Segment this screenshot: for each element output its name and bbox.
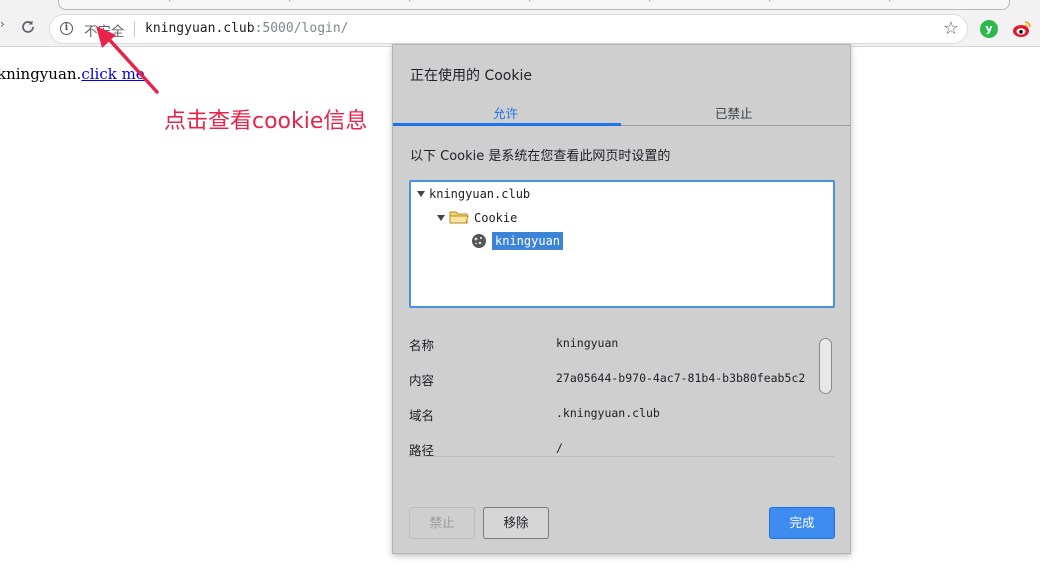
annotation-text: 点击查看cookie信息 [164,109,368,134]
remove-button[interactable]: 移除 [483,507,549,539]
tab-separator [169,0,170,2]
tab-blocked[interactable]: 已禁止 [715,103,753,122]
detail-value-path: / [556,441,563,455]
tab-separator [529,0,530,2]
expand-triangle-icon[interactable] [437,214,445,221]
extension-y-icon[interactable]: y [980,20,998,38]
detail-label-path: 路径 [409,443,435,457]
cookie-icon [472,234,486,248]
page-text-prefix: kningyuan. [0,65,82,83]
tab-separator [409,0,410,2]
tree-domain-row[interactable]: kningyuan.club [417,185,530,203]
reload-icon[interactable] [18,17,38,37]
tree-cookie-item[interactable]: kningyuan [492,232,564,250]
annotation-arrow [96,26,159,94]
block-button[interactable]: 禁止 [409,507,475,539]
bookmark-star-icon[interactable]: ☆ [943,18,959,39]
dialog-description: 以下 Cookie 是系统在您查看此网页时设置的 [410,149,671,164]
site-info-icon[interactable]: i [60,22,73,35]
folder-icon [449,211,469,224]
detail-value-name: kningyuan [556,336,619,350]
tab-separator [289,0,290,2]
weibo-extension-icon[interactable] [1012,19,1032,39]
tree-cookie-label: kningyuan [492,232,564,250]
detail-label-name: 名称 [409,338,435,353]
cookie-details: 名称 kningyuan 内容 27a05644-b970-4ac7-81b4-… [409,331,835,457]
details-scrollbar[interactable] [819,338,832,394]
details-divider [409,456,834,457]
tree-domain-label: kningyuan.club [429,187,531,201]
tab-allowed[interactable]: 允许 [493,103,518,122]
tab-separator [889,0,890,2]
tab-separator [769,0,770,2]
detail-label-content: 内容 [409,373,435,388]
address-bar[interactable]: i 不安全 kningyuan.club:5000/login/ ☆ [49,14,968,44]
active-tab-indicator [393,123,621,126]
tree-folder-row[interactable] [437,209,449,227]
cookies-dialog: 正在使用的 Cookie 允许 已禁止 以下 Cookie 是系统在您查看此网页… [392,44,851,554]
done-button[interactable]: 完成 [769,507,835,539]
detail-value-domain: .kningyuan.club [556,406,660,420]
cookie-tree[interactable]: kningyuan.club Cookie kningyuan [409,180,835,308]
back-icon[interactable]: › [0,18,6,30]
url-path: :5000/login/ [254,21,349,36]
tab-strip[interactable] [58,0,1010,10]
dialog-title: 正在使用的 Cookie [410,68,532,84]
expand-triangle-icon[interactable] [417,190,425,197]
tab-separator [649,0,650,2]
detail-value-content: 27a05644-b970-4ac7-81b4-b3b80feab5c2 [556,371,806,385]
detail-label-domain: 域名 [409,408,435,423]
tree-folder-label: Cookie [474,211,518,225]
